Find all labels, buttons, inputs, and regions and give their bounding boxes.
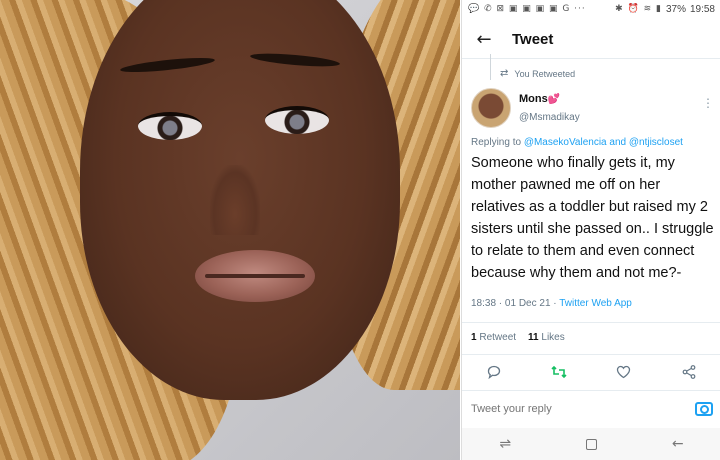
back-nav-icon[interactable]: ← xyxy=(672,436,684,452)
android-nav-bar: ⇌ ← xyxy=(462,428,720,460)
retweet-count: 1 xyxy=(471,332,477,343)
battery-level: 37% xyxy=(665,3,686,15)
mention-joiner: and xyxy=(609,137,627,148)
page-title: Tweet xyxy=(512,30,554,48)
left-eye xyxy=(138,112,202,140)
profile-photo xyxy=(0,0,460,460)
clock: 19:58 xyxy=(689,3,715,15)
share-icon[interactable] xyxy=(680,363,698,381)
system-icons: ✱ ⏰ ≋ ▮ xyxy=(615,4,662,14)
retweet-stat[interactable]: 1 Retweet xyxy=(471,332,516,343)
header-divider xyxy=(462,58,720,59)
author-name[interactable]: Mons💕 xyxy=(519,93,560,105)
status-bar: 💬 ✆ ⊠ ▣ ▣ ▣ ▣ G ··· ✱ ⏰ ≋ ▮ 37% 19:58 xyxy=(462,0,720,18)
more-options-icon[interactable]: ⋮ xyxy=(702,96,714,110)
tweet-date: 01 Dec 21 xyxy=(504,298,551,309)
phone-screen: 💬 ✆ ⊠ ▣ ▣ ▣ ▣ G ··· ✱ ⏰ ≋ ▮ 37% 19:58 ← … xyxy=(461,0,720,460)
reply-bar xyxy=(462,395,720,423)
thread-line xyxy=(490,54,491,80)
likes-stat-label: Likes xyxy=(541,332,565,343)
likes-count: 11 xyxy=(528,332,539,343)
retweet-context-label: You Retweeted xyxy=(514,68,576,79)
avatar[interactable] xyxy=(471,88,511,128)
mention-link[interactable]: @ntjiscloset xyxy=(629,137,683,148)
arrow-left-icon[interactable]: ← xyxy=(474,29,494,50)
camera-icon[interactable] xyxy=(695,402,713,416)
mention-link[interactable]: @MasekoValencia xyxy=(524,137,607,148)
meta-divider xyxy=(462,322,720,323)
notification-icons: 💬 ✆ ⊠ ▣ ▣ ▣ ▣ G ··· xyxy=(468,4,586,14)
tweet-meta: 18:38 · 01 Dec 21 · Twitter Web App xyxy=(471,298,632,309)
tweet-time: 18:38 xyxy=(471,298,497,309)
author-display-name: Mons xyxy=(519,93,548,105)
tweet-stats: 1 Retweet 11 Likes xyxy=(471,332,565,343)
reply-input[interactable] xyxy=(471,403,671,415)
actions-divider xyxy=(462,390,720,391)
home-icon[interactable] xyxy=(586,438,597,450)
top-bar: ← Tweet xyxy=(462,20,720,58)
tweet-text: Someone who finally gets it, my mother p… xyxy=(471,155,714,281)
hearts-emoji: 💕 xyxy=(547,94,561,105)
status-right: ✱ ⏰ ≋ ▮ 37% 19:58 xyxy=(615,4,715,15)
retweet-small-icon: ⇄ xyxy=(500,68,509,79)
nose xyxy=(210,165,260,235)
stats-divider xyxy=(462,354,720,355)
replying-to-prefix: Replying to xyxy=(471,137,522,148)
retweet-icon[interactable] xyxy=(550,363,568,381)
likes-stat[interactable]: 11 Likes xyxy=(528,332,565,343)
recent-apps-icon[interactable]: ⇌ xyxy=(499,436,511,452)
retweet-stat-label: Retweet xyxy=(479,332,517,343)
retweet-context: ⇄ You Retweeted xyxy=(500,68,575,79)
tweet-client[interactable]: Twitter Web App xyxy=(559,298,632,309)
author-handle[interactable]: @Msmadikay xyxy=(519,112,580,123)
lip-line xyxy=(205,274,305,278)
replying-to: Replying to @MasekoValencia and @ntjiscl… xyxy=(471,137,683,148)
action-bar xyxy=(462,360,720,384)
comment-icon[interactable] xyxy=(485,363,503,381)
right-eye xyxy=(265,106,329,134)
heart-icon[interactable] xyxy=(615,363,633,381)
